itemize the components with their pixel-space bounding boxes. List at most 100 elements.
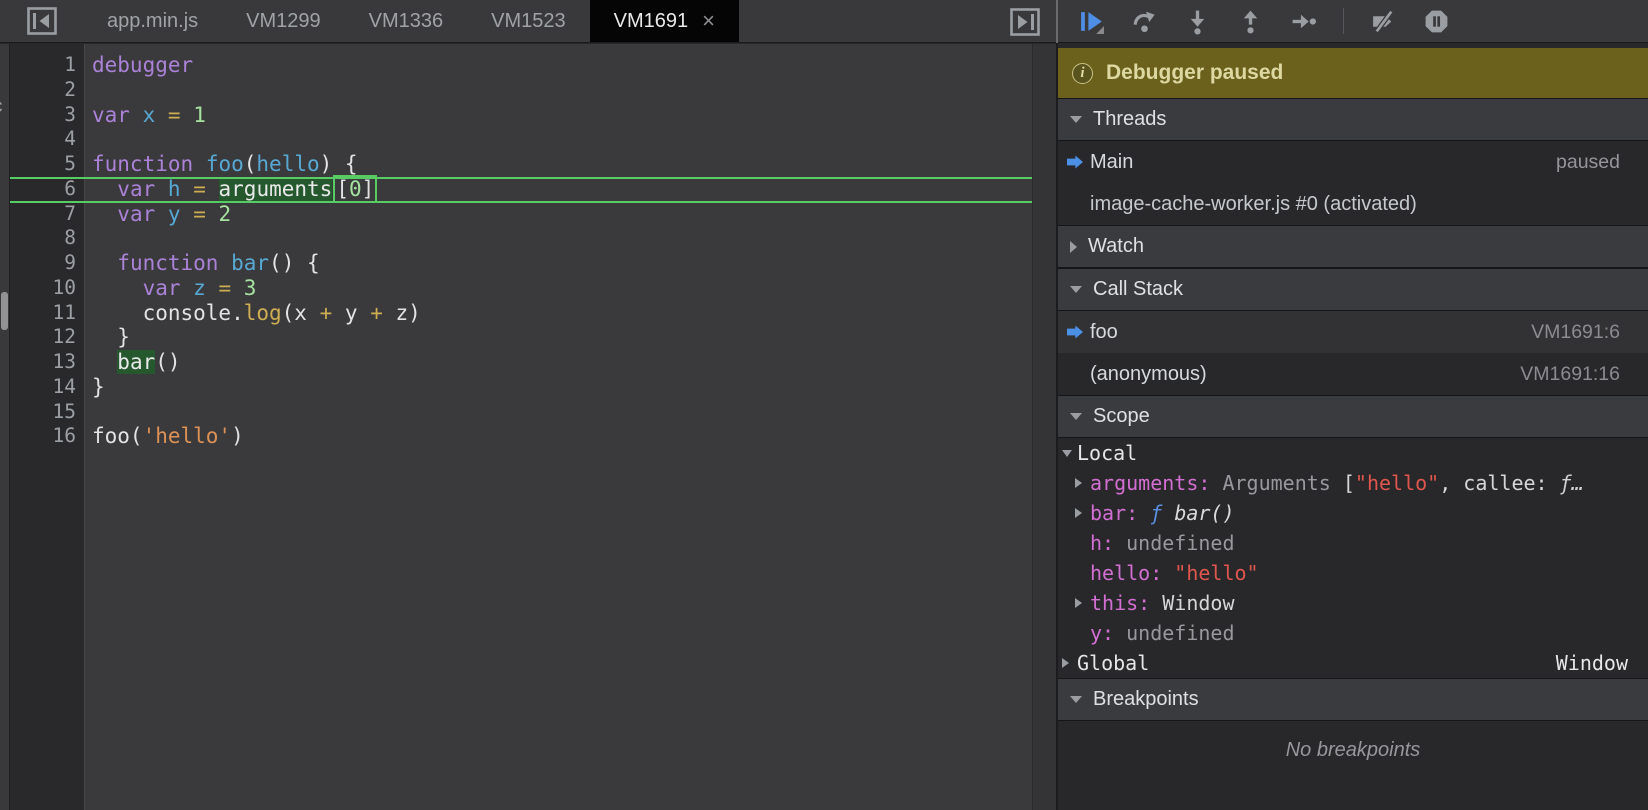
line-number[interactable]: 4: [10, 127, 76, 152]
scope-row-hello[interactable]: hello: "hello": [1058, 558, 1648, 588]
banner-text: Debugger paused: [1106, 61, 1283, 85]
expand-triangle-icon[interactable]: [1075, 598, 1082, 608]
line-number[interactable]: 2: [10, 78, 76, 103]
thread-row-main[interactable]: Main paused: [1058, 141, 1648, 183]
collapse-triangle-icon[interactable]: [1062, 450, 1072, 457]
line-number[interactable]: 16: [10, 424, 76, 449]
tab-VM1336[interactable]: VM1336: [345, 0, 468, 42]
tab-app.min.js[interactable]: app.min.js: [83, 0, 222, 42]
line-number[interactable]: 7: [10, 202, 76, 227]
resume-script-execution-icon[interactable]: [1078, 8, 1105, 35]
line-number[interactable]: 11: [10, 301, 76, 326]
scope-right-value: Window: [1556, 651, 1628, 675]
expand-triangle-icon[interactable]: [1075, 508, 1082, 518]
thread-row-worker[interactable]: image-cache-worker.js #0 (activated): [1058, 183, 1648, 225]
code-line[interactable]: debugger: [92, 53, 1032, 78]
scope-row-arguments[interactable]: arguments: Arguments ["hello", callee: ƒ…: [1058, 468, 1648, 498]
code-line[interactable]: [92, 400, 1032, 425]
show-debugger-sidebar-icon[interactable]: [1010, 8, 1040, 36]
tab-VM1299[interactable]: VM1299: [222, 0, 345, 42]
scope-row-bar[interactable]: bar: ƒ bar(): [1058, 498, 1648, 528]
tab-label: VM1523: [491, 10, 566, 33]
debugger-toolbar: [1058, 0, 1648, 43]
line-number[interactable]: 13: [10, 350, 76, 375]
expand-triangle-icon[interactable]: [1062, 658, 1069, 668]
thread-name: Main: [1090, 151, 1133, 174]
line-number-gutter[interactable]: 12345678910111213141516: [10, 44, 84, 810]
scope-row-Local[interactable]: Local: [1058, 438, 1648, 468]
editor-tab-bar: app.min.jsVM1299VM1336 VM1523 VM1691 ×: [0, 0, 1056, 43]
scope-value: undefined: [1126, 531, 1234, 555]
code-line[interactable]: var x = 1: [92, 103, 1032, 128]
expand-triangle-icon[interactable]: [1075, 478, 1082, 488]
code-line[interactable]: [92, 127, 1032, 152]
code-line[interactable]: var h = arguments[0]: [92, 177, 1032, 202]
line-number[interactable]: 6: [10, 177, 76, 202]
toolbar-separator: [1343, 8, 1344, 34]
collapse-triangle-icon: [1070, 696, 1082, 703]
scope-value: Arguments ["hello", callee: ƒ…: [1222, 471, 1583, 495]
frame-location: VM1691:6: [1531, 321, 1620, 344]
scope-row-h[interactable]: h: undefined: [1058, 528, 1648, 558]
line-number[interactable]: 3: [10, 103, 76, 128]
expand-triangle-icon: [1070, 241, 1077, 253]
eval-bracket-box: [0]: [333, 175, 377, 203]
section-header-threads[interactable]: Threads: [1058, 98, 1648, 141]
code-line[interactable]: foo('hello'): [92, 424, 1032, 449]
line-number[interactable]: 15: [10, 400, 76, 425]
code-line[interactable]: bar(): [92, 350, 1032, 375]
devtools-sources-panel: app.min.jsVM1299VM1336VM1523VM1691× c 12…: [0, 0, 1648, 810]
thread-name: image-cache-worker.js #0 (activated): [1090, 193, 1417, 216]
call-stack-frame-foo[interactable]: foo VM1691:6: [1058, 311, 1648, 353]
scope-name: this:: [1090, 591, 1162, 615]
line-number[interactable]: 5: [10, 152, 76, 177]
code-line[interactable]: var z = 3: [92, 276, 1032, 301]
line-number[interactable]: 14: [10, 375, 76, 400]
section-header-call-stack[interactable]: Call Stack: [1058, 268, 1648, 311]
current-thread-arrow-icon: [1067, 156, 1083, 169]
scope-value: Window: [1162, 591, 1234, 615]
scope-row-this[interactable]: this: Window: [1058, 588, 1648, 618]
section-header-scope[interactable]: Scope: [1058, 395, 1648, 438]
code-line[interactable]: [92, 226, 1032, 251]
scope-value: "hello": [1174, 561, 1258, 585]
section-label: Breakpoints: [1093, 688, 1199, 711]
editor-scrollbar-lane[interactable]: [1032, 44, 1057, 810]
code-line[interactable]: function bar() {: [92, 251, 1032, 276]
tab-label: VM1691: [614, 10, 689, 33]
pause-on-exceptions-icon[interactable]: [1423, 8, 1450, 35]
scope-row-Global[interactable]: GlobalWindow: [1058, 648, 1648, 678]
collapse-triangle-icon: [1070, 286, 1082, 293]
scope-row-y[interactable]: y: undefined: [1058, 618, 1648, 648]
section-label: Threads: [1093, 108, 1166, 131]
tab-close-icon[interactable]: ×: [702, 10, 715, 32]
section-header-watch[interactable]: Watch: [1058, 225, 1648, 268]
code-line[interactable]: [92, 78, 1032, 103]
code-line[interactable]: function foo(hello) {: [92, 152, 1032, 177]
step-into-icon[interactable]: [1184, 8, 1211, 35]
line-number[interactable]: 10: [10, 276, 76, 301]
section-label: Call Stack: [1093, 278, 1183, 301]
code-area[interactable]: debugger var x = 1 function foo(hello) { v…: [84, 44, 1032, 810]
line-number[interactable]: 1: [10, 53, 76, 78]
scope-name: bar:: [1090, 501, 1150, 525]
step-over-icon[interactable]: [1131, 8, 1158, 35]
hide-navigator-icon[interactable]: [27, 7, 57, 35]
step-icon[interactable]: [1290, 8, 1317, 35]
no-breakpoints-message: No breakpoints: [1058, 721, 1648, 809]
call-stack-frame-anonymous[interactable]: (anonymous) VM1691:16: [1058, 353, 1648, 395]
code-line[interactable]: console.log(x + y + z): [92, 301, 1032, 326]
tab-VM1523[interactable]: VM1523: [467, 0, 590, 42]
line-number[interactable]: 12: [10, 325, 76, 350]
code-line[interactable]: }: [92, 375, 1032, 400]
code-line[interactable]: var y = 2: [92, 202, 1032, 227]
deactivate-breakpoints-icon[interactable]: [1370, 8, 1397, 35]
section-label: Watch: [1088, 235, 1144, 258]
strip-scrollbar-thumb[interactable]: [1, 292, 8, 330]
tab-VM1691[interactable]: VM1691 ×: [590, 0, 739, 42]
step-out-icon[interactable]: [1237, 8, 1264, 35]
line-number[interactable]: 8: [10, 226, 76, 251]
code-line[interactable]: }: [92, 325, 1032, 350]
section-header-breakpoints[interactable]: Breakpoints: [1058, 678, 1648, 721]
line-number[interactable]: 9: [10, 251, 76, 276]
